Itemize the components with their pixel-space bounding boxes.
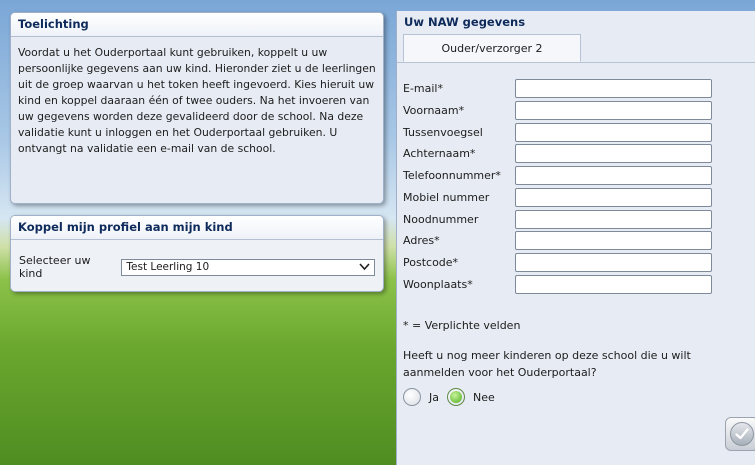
submit-button[interactable] (725, 417, 755, 451)
email-label: E-mail* (403, 82, 443, 95)
noodnummer-label: Noodnummer (403, 212, 479, 226)
adres-field[interactable] (515, 231, 712, 251)
radio-nee-label[interactable]: Nee (473, 391, 495, 404)
tab-bar: Ouder/verzorger 2 (397, 34, 755, 63)
tussenvoegsel-field[interactable] (515, 122, 712, 142)
naw-title: Uw NAW gegevens (397, 11, 755, 34)
naw-form: E-mail* Voornaam* Tussenvoegsel Achterna… (403, 79, 743, 297)
voornaam-label: Voornaam* (403, 103, 465, 117)
mobiel-nummer-label: Mobiel nummer (403, 190, 490, 204)
achternaam-field[interactable] (515, 144, 712, 164)
adres-label: Adres* (403, 234, 440, 248)
child-select-value: Test Leerling 10 (126, 261, 210, 273)
toelichting-text: Voordat u het Ouderportaal kunt gebruike… (18, 46, 376, 155)
tab-ouder-verzorger-2[interactable]: Ouder/verzorger 2 (403, 34, 581, 62)
noodnummer-field[interactable] (515, 209, 712, 229)
postcode-field[interactable] (515, 253, 712, 272)
field-row-email: E-mail* (403, 79, 743, 99)
telefoonnummer-label: Telefoonnummer* (403, 169, 501, 182)
achternaam-label: Achternaam* (403, 147, 476, 161)
field-row-postcode: Postcode* (403, 253, 743, 273)
checkmark-icon (730, 422, 754, 446)
woonplaats-field[interactable] (515, 274, 712, 294)
more-children-options: Ja Nee (403, 388, 503, 406)
toelichting-panel: Toelichting Voordat u het Ouderportaal k… (10, 12, 384, 204)
field-row-achternaam: Achternaam* (403, 144, 743, 164)
field-row-tussenvoegsel: Tussenvoegsel (403, 122, 743, 143)
required-fields-note: * = Verplichte velden (403, 319, 521, 332)
email-field[interactable] (515, 79, 712, 98)
voornaam-field[interactable] (515, 100, 712, 120)
toelichting-title: Toelichting (11, 13, 383, 37)
postcode-label: Postcode* (403, 256, 459, 269)
field-row-telefoonnummer: Telefoonnummer* (403, 166, 743, 186)
radio-ja[interactable] (403, 388, 421, 406)
child-select[interactable]: Test Leerling 10 (121, 258, 375, 276)
field-row-voornaam: Voornaam* (403, 100, 743, 121)
tussenvoegsel-label: Tussenvoegsel (403, 125, 483, 139)
field-row-mobiel: Mobiel nummer (403, 187, 743, 208)
field-row-woonplaats: Woonplaats* (403, 274, 743, 295)
radio-ja-label[interactable]: Ja (429, 391, 439, 404)
woonplaats-label: Woonplaats* (403, 277, 473, 291)
chevron-down-icon (359, 263, 370, 271)
koppel-title: Koppel mijn profiel aan mijn kind (11, 216, 383, 240)
more-children-question: Heeft u nog meer kinderen op deze school… (403, 349, 691, 379)
mobiel-nummer-field[interactable] (515, 187, 712, 207)
field-row-noodnummer: Noodnummer (403, 209, 743, 230)
select-child-label: Selecteer uw kind (19, 254, 91, 280)
radio-nee[interactable] (447, 388, 465, 406)
naw-panel: Uw NAW gegevens Ouder/verzorger 2 E-mail… (396, 11, 755, 465)
koppel-panel: Koppel mijn profiel aan mijn kind Select… (10, 215, 384, 292)
telefoonnummer-field[interactable] (515, 166, 712, 185)
field-row-adres: Adres* (403, 231, 743, 251)
